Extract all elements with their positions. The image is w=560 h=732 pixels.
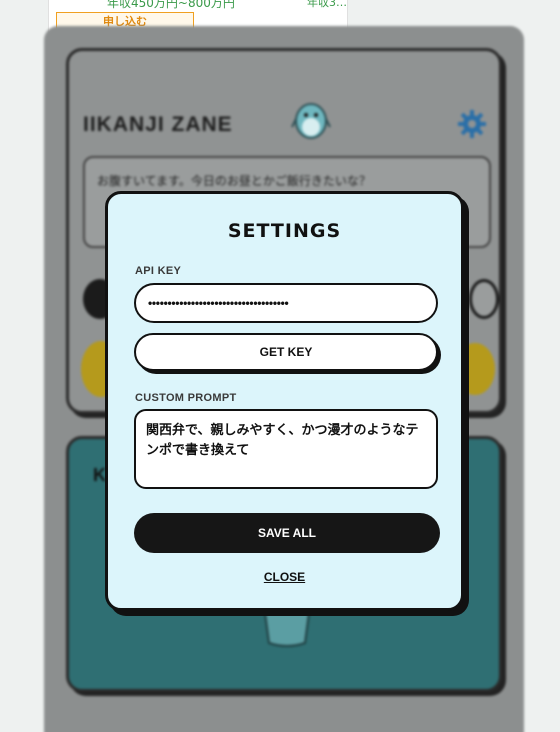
app-title: IIKANJI ZANE bbox=[83, 113, 233, 136]
modal-title: SETTINGS bbox=[227, 220, 342, 242]
mascot-icon bbox=[263, 608, 311, 647]
salary-text: 年収450万円~800万円 bbox=[107, 0, 235, 10]
api-key-label: API KEY bbox=[135, 265, 182, 277]
custom-prompt-textarea[interactable]: 関西弁で、親しみやすく、かつ漫才のようなテンポで書き換えて bbox=[134, 409, 438, 489]
settings-modal: SETTINGS API KEY •••••••••••••••••••••••… bbox=[105, 191, 464, 611]
gear-icon[interactable] bbox=[457, 109, 487, 139]
save-all-button[interactable]: SAVE ALL bbox=[134, 513, 440, 553]
custom-prompt-label: CUSTOM PROMPT bbox=[135, 392, 237, 404]
salary-text-right: 年収3… bbox=[307, 0, 347, 9]
close-link[interactable]: CLOSE bbox=[108, 570, 461, 584]
mascot-icon bbox=[291, 103, 331, 139]
get-key-button[interactable]: GET KEY bbox=[134, 333, 438, 371]
api-key-input[interactable]: •••••••••••••••••••••••••••••••••••• bbox=[134, 283, 438, 323]
toggle-right bbox=[469, 279, 499, 319]
